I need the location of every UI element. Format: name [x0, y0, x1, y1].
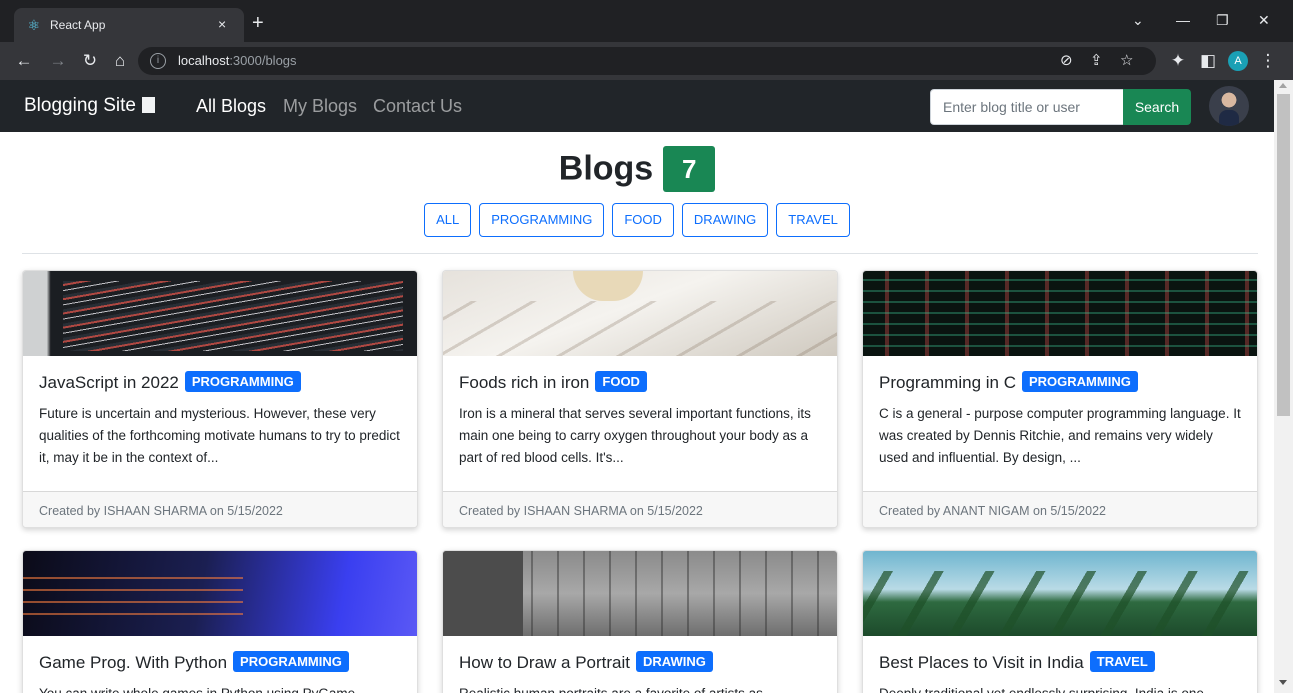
home-icon[interactable]: ⌂	[110, 51, 130, 71]
search-button[interactable]: Search	[1123, 89, 1191, 125]
divider	[22, 253, 1258, 254]
user-avatar[interactable]	[1209, 86, 1249, 126]
blog-card-image	[23, 271, 417, 356]
blog-card-image	[863, 551, 1257, 636]
close-tab-icon[interactable]: ×	[218, 16, 226, 32]
blog-card-title: Game Prog. With Python PROGRAMMING	[39, 651, 403, 675]
blog-count-badge: 7	[663, 146, 716, 192]
page-scrollbar[interactable]	[1274, 80, 1293, 693]
blog-card-footer: Created by ANANT NIGAM on 5/15/2022	[863, 491, 1257, 527]
category-badge: FOOD	[595, 371, 647, 392]
category-badge: PROGRAMMING	[1022, 371, 1138, 392]
scroll-up-arrow-icon[interactable]	[1279, 83, 1287, 88]
blog-card[interactable]: JavaScript in 2022 PROGRAMMING Future is …	[22, 270, 418, 528]
back-icon[interactable]: ←	[14, 51, 34, 71]
blog-card[interactable]: Game Prog. With PythonPROGRAMMING You ca…	[22, 550, 418, 693]
page-title: Blogs	[558, 149, 654, 188]
filter-all[interactable]: ALL	[424, 203, 472, 237]
filter-programming[interactable]: PROGRAMMING	[479, 203, 605, 237]
forward-icon[interactable]: →	[48, 51, 68, 71]
blog-card[interactable]: Programming in C PROGRAMMING C is a gener…	[862, 270, 1258, 528]
blog-card-image	[443, 271, 837, 356]
blog-card-title: JavaScript in 2022 PROGRAMMING	[39, 371, 403, 395]
browser-toolbar: ← → ↻ ⌂ i localhost:3000/blogs ⊘ ⇪ ☆ ✦ ◧…	[0, 42, 1293, 80]
restore-icon[interactable]: ❐	[1216, 11, 1229, 29]
filter-food[interactable]: FOOD	[612, 203, 674, 237]
nav-contact-us[interactable]: Contact Us	[373, 95, 462, 117]
blog-card-footer: Created by ISHAAN SHARMA on 5/15/2022	[443, 491, 837, 527]
site-info-icon[interactable]: i	[150, 53, 166, 69]
blog-card-title: Best Places to Visit in India TRAVEL	[879, 651, 1243, 675]
react-logo-icon: ⚛	[27, 17, 41, 33]
blog-card-excerpt: Future is uncertain and mysterious. Howe…	[39, 406, 400, 465]
filter-drawing[interactable]: DRAWING	[681, 203, 769, 237]
site-navbar: Blogging Site All Blogs My Blogs Contact…	[0, 80, 1274, 132]
category-filters: ALL PROGRAMMING FOOD DRAWING TRAVEL	[0, 203, 1274, 237]
scroll-down-arrow-icon[interactable]	[1279, 680, 1287, 685]
reload-icon[interactable]: ↻	[80, 51, 100, 71]
category-badge: TRAVEL	[1089, 651, 1155, 672]
minimize-icon[interactable]: —	[1176, 11, 1190, 29]
filter-travel[interactable]: TRAVEL	[776, 203, 850, 237]
nav-all-blogs[interactable]: All Blogs	[196, 95, 266, 117]
page-heading: Blogs 7	[0, 146, 1274, 192]
search-input[interactable]	[930, 89, 1123, 125]
blog-card-image	[443, 551, 837, 636]
bookmark-star-icon[interactable]: ☆	[1120, 52, 1133, 70]
extensions-icon[interactable]: ✦	[1168, 51, 1188, 71]
blog-card[interactable]: How to Draw a PortraitDRAWING Realistic …	[442, 550, 838, 693]
tab-search-icon[interactable]: ⌄	[1132, 11, 1144, 29]
blog-card-excerpt: You can write whole games in Python usin…	[39, 683, 403, 693]
blog-card-image	[863, 271, 1257, 356]
document-icon	[141, 97, 155, 113]
window-close-icon[interactable]: ✕	[1258, 11, 1270, 29]
browser-window: ⚛ React App × + ⌄ — ❐ ✕ ← → ↻ ⌂ i localh…	[0, 0, 1293, 693]
blog-card-excerpt: C is a general - purpose computer progra…	[879, 406, 1241, 465]
category-badge: DRAWING	[636, 651, 713, 672]
blog-card-title: Programming in C PROGRAMMING	[879, 371, 1243, 395]
nav-my-blogs[interactable]: My Blogs	[283, 95, 357, 117]
blog-card-image	[23, 551, 417, 636]
address-url: localhost:3000/blogs	[178, 53, 297, 68]
scroll-thumb[interactable]	[1277, 94, 1290, 416]
blog-card-footer: Created by ISHAAN SHARMA on 5/15/2022	[23, 491, 417, 527]
blog-card-excerpt: Iron is a mineral that serves several im…	[459, 406, 811, 465]
tracking-off-icon[interactable]: ⊘	[1060, 52, 1073, 70]
tab-title: React App	[50, 18, 106, 32]
side-panel-icon[interactable]: ◧	[1198, 51, 1218, 71]
blog-card-title: How to Draw a Portrait DRAWING	[459, 651, 823, 675]
blog-card-excerpt: Deeply traditional yet endlessly surpris…	[879, 683, 1243, 693]
blog-card[interactable]: Foods rich in iron FOOD Iron is a mineral…	[442, 270, 838, 528]
new-tab-icon[interactable]: +	[252, 13, 264, 33]
category-badge: PROGRAMMING	[233, 651, 349, 672]
blog-card-excerpt: Realistic human portraits are a favorite…	[459, 683, 823, 693]
category-badge: PROGRAMMING	[184, 371, 301, 392]
browser-menu-icon[interactable]: ⋮	[1258, 51, 1278, 71]
address-bar[interactable]: i localhost:3000/blogs ⊘ ⇪ ☆	[138, 47, 1156, 75]
blog-card-title: Foods rich in iron FOOD	[459, 371, 823, 395]
browser-tab[interactable]: ⚛ React App ×	[14, 8, 244, 42]
share-icon[interactable]: ⇪	[1090, 52, 1103, 70]
profile-avatar[interactable]: A	[1228, 51, 1248, 71]
browser-tab-strip: ⚛ React App × + ⌄ — ❐ ✕	[0, 0, 1293, 42]
blog-card[interactable]: Best Places to Visit in IndiaTRAVEL Deep…	[862, 550, 1258, 693]
brand[interactable]: Blogging Site	[24, 95, 155, 117]
